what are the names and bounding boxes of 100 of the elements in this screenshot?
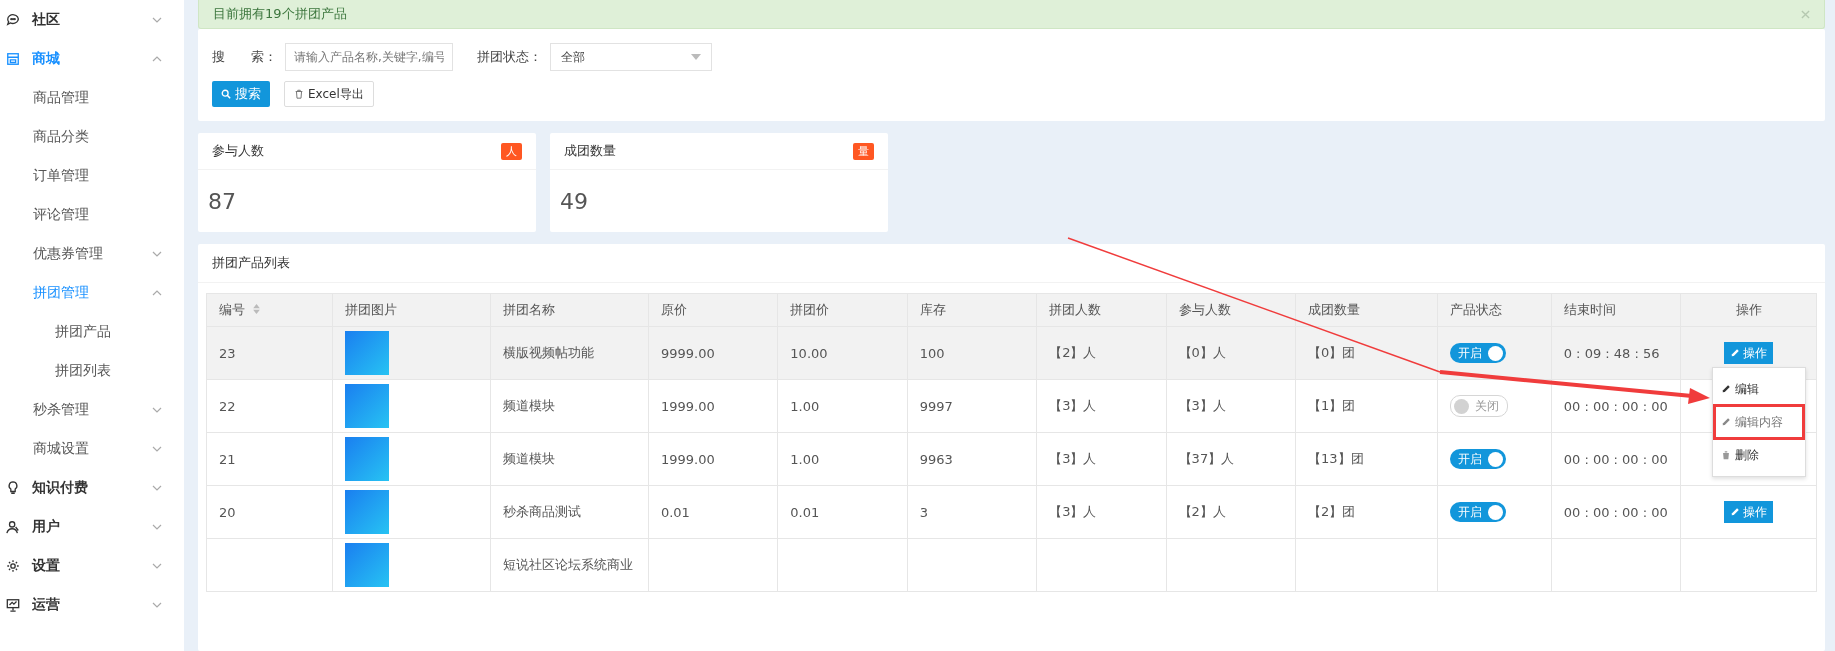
dropdown-arrow-icon [691,54,701,60]
table-cell: 00 : 00 : 00 : 00 [1563,398,1668,414]
stat-value: 49 [560,188,588,214]
pencil-icon [1730,507,1741,517]
sidebar-label: 设置 [32,556,61,575]
sidebar-label: 社区 [32,10,61,29]
pencil-icon [1721,417,1731,427]
table-cell: 【37】人 [1178,451,1235,466]
stat-badge: 量 [853,142,874,160]
table-cell: 【0】人 [1178,345,1226,360]
column-header: 成团数量 [1295,293,1438,327]
sidebar-label: 商城设置 [33,439,90,458]
sidebar-item[interactable]: 设置 [0,546,184,585]
sidebar-subitem[interactable]: 拼团列表 [0,351,184,390]
table-cell: 横版视频帖功能 [503,345,595,360]
table-cell: 10.00 [790,345,828,361]
column-header: 结束时间 [1551,293,1681,327]
photo-placeholder [345,384,390,428]
sidebar-label: 优惠券管理 [33,244,104,263]
sidebar-subitem[interactable]: 商城设置 [0,429,184,468]
sidebar-label: 运营 [32,595,61,614]
sidebar-label: 商城 [32,49,61,68]
table-cell: 频道模块 [503,398,556,413]
field-label: 拼团状态： [477,48,542,66]
table-cell: 频道模块 [503,451,556,466]
field-label: 搜 索： [212,48,277,66]
column-header: 操作 [1680,293,1817,327]
chat-icon [6,12,20,27]
column-header: 原价 [648,293,778,327]
table-cell: 1.00 [790,451,820,467]
sidebar-subitem[interactable]: 评论管理 [0,195,184,234]
column-header: 拼团价 [777,293,908,327]
photo-placeholder [345,490,390,534]
table-cell: 9963 [919,451,953,467]
sidebar-subitem[interactable]: 拼团产品 [0,312,184,351]
table-cell: 【1】团 [1308,398,1356,413]
sidebar-label: 知识付费 [32,478,89,497]
sidebar-label: 拼团列表 [55,361,112,380]
table-cell: 【3】人 [1049,451,1097,466]
sidebar-subitem[interactable]: 商品管理 [0,78,184,117]
alert-text: 目前拥有19个拼团产品 [213,5,347,23]
export-button[interactable]: Excel导出 [284,81,374,107]
table-cell: 【3】人 [1049,398,1097,413]
sidebar-item[interactable]: 社区 [0,0,184,39]
table-cell: 21 [219,451,236,467]
table-cell: 20 [219,504,236,520]
sort-icon[interactable] [253,304,260,314]
column-header: 拼团图片 [332,293,491,327]
close-icon[interactable] [1801,9,1810,19]
table-cell: 9997 [919,398,953,414]
sidebar-subitem[interactable]: 订单管理 [0,156,184,195]
stat-label: 参与人数 [212,142,264,160]
column-header: 参与人数 [1166,293,1296,327]
sidebar-subitem[interactable]: 优惠券管理 [0,234,184,273]
search-icon [221,89,231,99]
status-dropdown[interactable]: 全部 [550,43,712,71]
column-header: 库存 [907,293,1037,327]
photo-placeholder [345,543,390,587]
stat-value: 87 [208,188,236,214]
table-cell: 3 [919,504,929,520]
table-cell: 00 : 00 : 00 : 00 [1563,451,1668,467]
presentation-icon [6,597,20,612]
pencil-icon [1730,348,1741,358]
sidebar-subitem[interactable]: 秒杀管理 [0,390,184,429]
table-cell: 【3】人 [1049,504,1097,519]
table-cell: 【13】团 [1308,451,1364,466]
table-cell: 【0】团 [1308,345,1356,360]
menu-item[interactable]: 编辑内容 [1713,404,1805,440]
sidebar-subitem[interactable]: 商品分类 [0,117,184,156]
sidebar-item[interactable]: 知识付费 [0,468,184,507]
sidebar-label: 商品管理 [33,88,90,107]
stat-label: 成团数量 [564,142,616,160]
table-cell: 秒杀商品测试 [503,504,582,519]
sidebar-label: 用户 [32,517,61,536]
sidebar-item[interactable]: 用户 [0,507,184,546]
sidebar-label: 订单管理 [33,166,90,185]
photo-placeholder [345,437,390,481]
table-cell: 100 [919,345,945,361]
table-cell: 【3】人 [1178,398,1226,413]
table-cell: 22 [219,398,236,414]
table-cell: 0.01 [660,504,690,520]
sidebar-item[interactable]: 运营 [0,585,184,624]
column-header: 产品状态 [1437,293,1552,327]
bin-icon [294,89,304,99]
sidebar-label: 拼团产品 [55,322,112,341]
sidebar-label: 商品分类 [33,127,90,146]
table-cell: 【2】人 [1049,345,1097,360]
sidebar-label: 秒杀管理 [33,400,90,419]
table-title: 拼团产品列表 [212,254,290,272]
table-cell: 短说社区论坛系统商业 [503,557,634,572]
table-cell: 0 : 09 : 48 : 56 [1563,345,1660,361]
bin-icon [1721,450,1731,460]
table-cell: 【2】团 [1308,504,1356,519]
table-cell: 1.00 [790,398,820,414]
table-cell: 00 : 00 : 00 : 00 [1563,504,1668,520]
settings-icon [6,558,20,573]
table-row[interactable]: 短说社区论坛系统商业 [206,538,1817,592]
store-icon [6,51,20,66]
table-cell: 0.01 [790,504,820,520]
column-header: 拼团人数 [1036,293,1167,327]
